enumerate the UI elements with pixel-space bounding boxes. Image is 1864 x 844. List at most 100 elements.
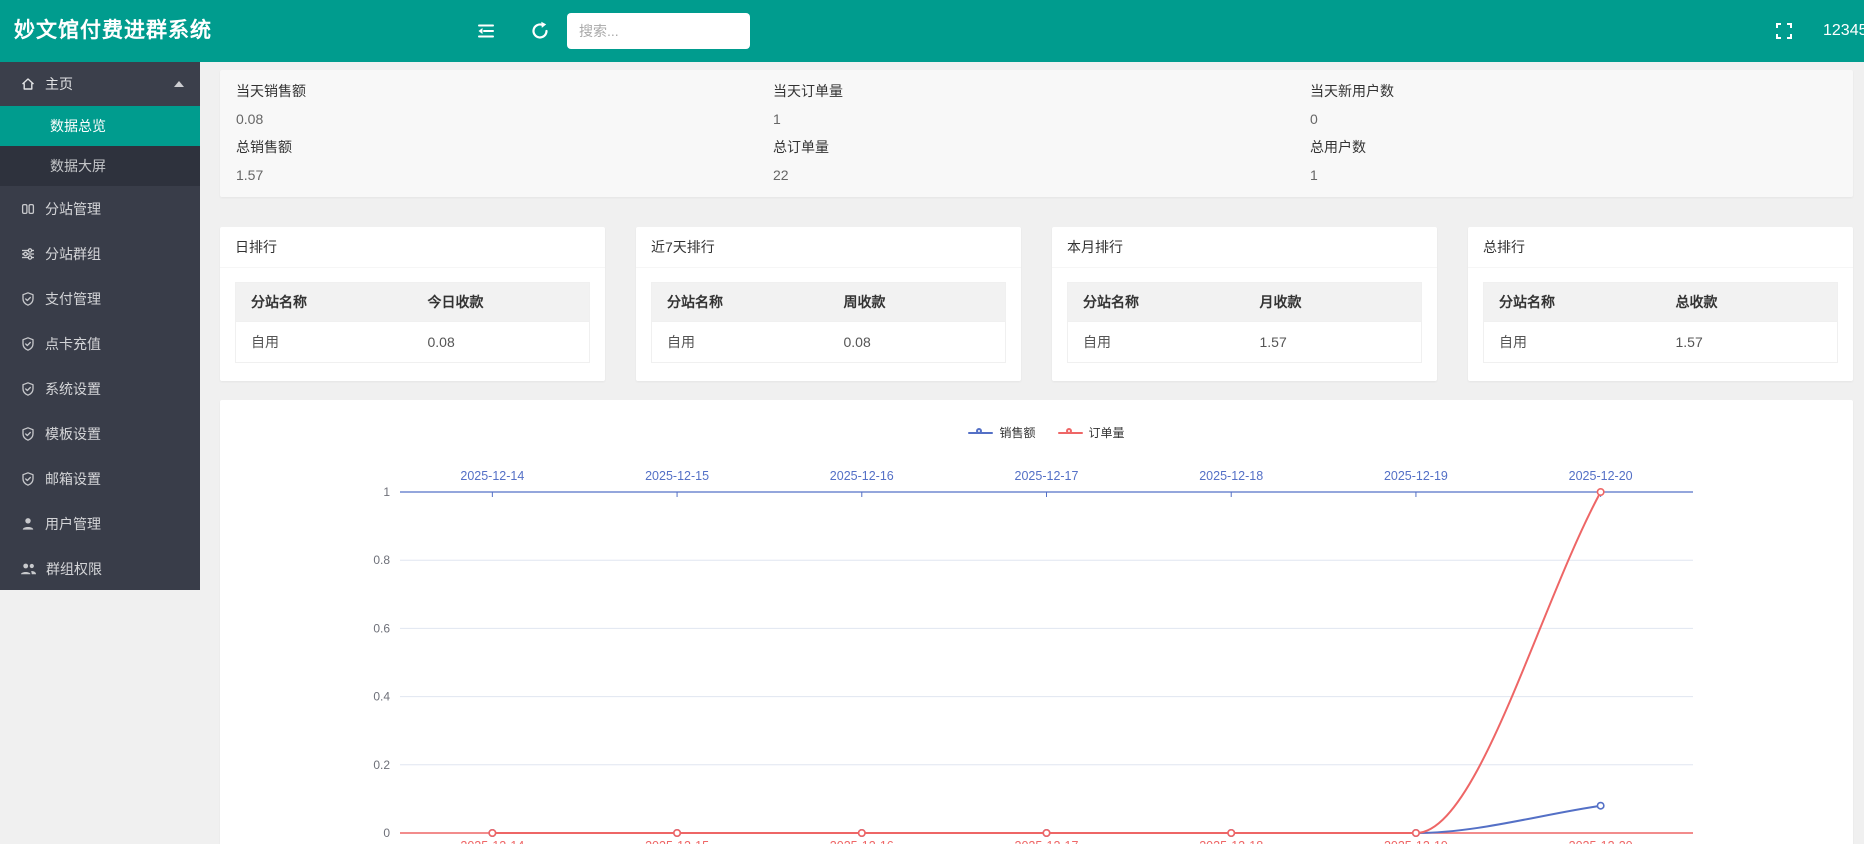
- sidebar-item-4[interactable]: 点卡充值: [0, 321, 200, 366]
- stat-3: 当天新用户数 0: [1310, 82, 1837, 138]
- x-tick-label-top: 2025-12-15: [645, 469, 709, 483]
- stat-label: 当天订单量: [773, 82, 1300, 100]
- stat-6: 总用户数1: [1310, 138, 1837, 194]
- x-tick-label-top: 2025-12-19: [1384, 469, 1448, 483]
- ranking-card-title: 日排行: [220, 227, 605, 268]
- ranking-column-header: 分站名称: [1068, 283, 1245, 322]
- ranking-card-body: 分站名称总收款自用1.57: [1468, 268, 1853, 377]
- ranking-card-body: 分站名称今日收款自用0.08: [220, 268, 605, 377]
- ranking-table-header-row: 分站名称周收款: [652, 283, 1006, 322]
- chart-card: 销售额订单量 00.20.40.60.812025-12-142025-12-1…: [220, 400, 1853, 844]
- ranking-table-header-row: 分站名称总收款: [1484, 283, 1838, 322]
- ranking-card-4: 总排行分站名称总收款自用1.57: [1468, 227, 1853, 381]
- x-tick-label-top: 2025-12-18: [1199, 469, 1263, 483]
- home-icon: [20, 76, 36, 92]
- ranking-table: 分站名称今日收款自用0.08: [235, 282, 590, 363]
- table-cell: 1.57: [1661, 322, 1838, 363]
- x-axis-bottom-labels: 2025-12-142025-12-152025-12-162025-12-17…: [460, 839, 1632, 844]
- stat-value: 1: [1310, 166, 1837, 184]
- ranking-table: 分站名称周收款自用0.08: [651, 282, 1006, 363]
- data-point-marker: [489, 830, 495, 836]
- table-row: 自用0.08: [236, 322, 590, 363]
- x-tick-label-bottom: 2025-12-18: [1199, 839, 1263, 844]
- username[interactable]: 12345: [1823, 0, 1864, 62]
- stat-2: 当天订单量 1: [773, 82, 1300, 138]
- data-point-marker: [1597, 489, 1603, 495]
- stat-5: 总订单量22: [773, 138, 1300, 194]
- x-tick-label-bottom: 2025-12-17: [1015, 839, 1079, 844]
- sidebar-item-3[interactable]: 支付管理: [0, 276, 200, 321]
- y-axis-labels: 00.20.40.60.81: [373, 485, 390, 840]
- x-tick-label-bottom: 2025-12-14: [460, 839, 524, 844]
- ranking-column-header: 分站名称: [236, 283, 413, 322]
- y-tick-label: 0: [383, 826, 390, 840]
- ranking-column-header: 月收款: [1245, 283, 1422, 322]
- stats-panel: 当天销售额0.08当天订单量1当天新用户数0总销售额1.57总订单量22总用户数…: [220, 70, 1853, 197]
- sidebar-item-label: 用户管理: [45, 514, 101, 534]
- ranking-column-header: 分站名称: [1484, 283, 1661, 322]
- table-cell: 1.57: [1245, 322, 1422, 363]
- stat-value: 0: [1310, 110, 1837, 128]
- ranking-card-title: 近7天排行: [636, 227, 1021, 268]
- sidebar-item-2[interactable]: 分站群组: [0, 231, 200, 276]
- fullscreen-button[interactable]: [1770, 17, 1798, 45]
- ranking-table: 分站名称总收款自用1.57: [1483, 282, 1838, 363]
- x-tick-label-top: 2025-12-14: [460, 469, 524, 483]
- stat-label: 总销售额: [236, 138, 763, 156]
- stat-label: 当天新用户数: [1310, 82, 1837, 100]
- refresh-button[interactable]: [526, 17, 554, 45]
- x-tick-label-bottom: 2025-12-16: [830, 839, 894, 844]
- ranking-cards-row: 日排行分站名称今日收款自用0.08近7天排行分站名称周收款自用0.08本月排行分…: [220, 227, 1853, 381]
- sidebar-item-label: 支付管理: [45, 289, 101, 309]
- sliders-icon: [20, 246, 36, 262]
- users-icon: [20, 561, 37, 577]
- sidebar-subitem-1[interactable]: 数据总览: [0, 106, 200, 146]
- ranking-column-header: 周收款: [829, 283, 1006, 322]
- search-input[interactable]: [567, 13, 750, 49]
- table-row: 自用0.08: [652, 322, 1006, 363]
- app-title: 妙文馆付费进群系统: [14, 0, 212, 62]
- data-point-marker: [859, 830, 865, 836]
- data-point-marker: [674, 830, 680, 836]
- sidebar-item-7[interactable]: 邮箱设置: [0, 456, 200, 501]
- chevron-up-icon: [174, 81, 184, 87]
- series-line: [492, 492, 1600, 833]
- stat-4: 总销售额 1.57: [236, 138, 763, 194]
- shield-check-icon: [20, 336, 36, 352]
- sidebar-item-home[interactable]: 主页: [0, 62, 200, 106]
- sidebar-item-label: 模板设置: [45, 424, 101, 444]
- sidebar-item-8[interactable]: 用户管理: [0, 501, 200, 546]
- stat-value: 1.57: [236, 166, 763, 184]
- fullscreen-icon: [1774, 21, 1794, 41]
- table-cell: 0.08: [413, 322, 590, 363]
- table-cell: 自用: [1484, 322, 1661, 363]
- stat-value: 1: [773, 110, 1300, 128]
- table-cell: 0.08: [829, 322, 1006, 363]
- table-cell: 自用: [236, 322, 413, 363]
- x-tick-label-bottom: 2025-12-20: [1569, 839, 1633, 844]
- ranking-table-header-row: 分站名称今日收款: [236, 283, 590, 322]
- ranking-table: 分站名称月收款自用1.57: [1067, 282, 1422, 363]
- sidebar-item-6[interactable]: 模板设置: [0, 411, 200, 456]
- data-point-marker: [1043, 830, 1049, 836]
- sidebar-item-5[interactable]: 系统设置: [0, 366, 200, 411]
- stat-value: 22: [773, 166, 1300, 184]
- ranking-card-body: 分站名称周收款自用0.08: [636, 268, 1021, 377]
- ranking-column-header: 今日收款: [413, 283, 590, 322]
- x-tick-label-top: 2025-12-20: [1569, 469, 1633, 483]
- data-point-marker: [1413, 830, 1419, 836]
- sidebar-item-label: 主页: [45, 74, 73, 94]
- sidebar-item-9[interactable]: 群组权限: [0, 546, 200, 591]
- sidebar-item-label: 邮箱设置: [45, 469, 101, 489]
- sidebar-item-1[interactable]: 分站管理: [0, 186, 200, 231]
- x-tick-label-top: 2025-12-17: [1015, 469, 1079, 483]
- ranking-card-1: 日排行分站名称今日收款自用0.08: [220, 227, 605, 381]
- ranking-card-title: 总排行: [1468, 227, 1853, 268]
- data-point-marker: [1597, 803, 1603, 809]
- series-line: [492, 806, 1600, 833]
- shield-check-icon: [20, 426, 36, 442]
- collapse-sidebar-button[interactable]: [472, 17, 500, 45]
- sidebar-subitem-2[interactable]: 数据大屏: [0, 146, 200, 186]
- sidebar-submenu: 数据总览数据大屏: [0, 106, 200, 186]
- table-cell: 自用: [1068, 322, 1245, 363]
